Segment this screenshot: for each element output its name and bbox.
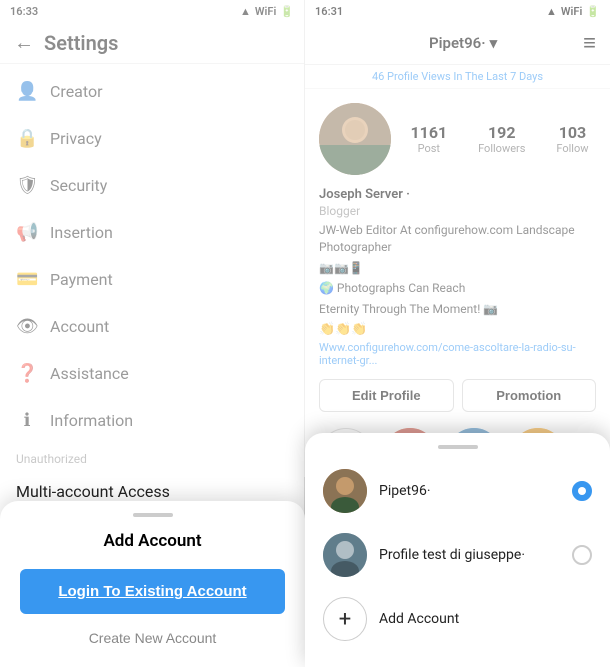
account-item-pipet[interactable]: Pipet96· (305, 459, 610, 523)
wifi-icon: WiFi (255, 5, 276, 18)
payment-label: Payment (50, 270, 113, 289)
left-panel: 16:33 ▲ WiFi 🔋 ← Settings 👤 Creator 🔒 Pr… (0, 0, 305, 667)
username-dropdown[interactable]: Pipet96· ▾ (429, 34, 497, 52)
information-label: Information (50, 411, 133, 430)
profile-link[interactable]: Www.configurehow.com/come-ascoltare-la-r… (305, 339, 610, 375)
stat-posts: 1161 Post (410, 123, 447, 155)
security-label: Security (50, 176, 107, 195)
back-button[interactable]: ← (14, 30, 34, 55)
profile-bio3: 🌍 Photographs Can Reach (305, 278, 610, 299)
account-switcher-sheet: Pipet96· Profile test di giuseppe· (305, 433, 610, 667)
info-icon: ℹ (16, 410, 38, 431)
wifi-icon-right: WiFi (561, 5, 582, 18)
time-right: 16:31 (315, 5, 343, 18)
account-avatar-profile2 (323, 533, 367, 577)
menu-item-account[interactable]: 👁 Account (0, 303, 304, 350)
settings-header: ← Settings (0, 22, 304, 64)
account-name-profile2: Profile test di giuseppe· (379, 547, 560, 563)
status-bar-left: 16:33 ▲ WiFi 🔋 (0, 0, 304, 22)
signal-icon: ▲ (240, 5, 251, 18)
profile-section: 1161 Post 192 Followers 103 Follow (305, 89, 610, 183)
following-label: Follow (556, 142, 588, 155)
creator-icon: 👤 (16, 81, 38, 102)
profile-views-banner: 46 Profile Views In The Last 7 Days (305, 65, 610, 89)
add-account-plus-icon[interactable]: + (323, 597, 367, 641)
profile-bio4: Eternity Through The Moment! 📷 (305, 299, 610, 320)
privacy-label: Privacy (50, 129, 102, 148)
sheet-handle-right (438, 445, 478, 449)
posts-label: Post (418, 142, 440, 155)
menu-item-payment[interactable]: 💳 Payment (0, 256, 304, 303)
settings-title: Settings (44, 31, 118, 55)
account-avatar-pipet (323, 469, 367, 513)
radio-unselected-profile2[interactable] (572, 545, 592, 565)
stat-followers: 192 Followers (478, 123, 525, 155)
status-icons-right: ▲ WiFi 🔋 (546, 5, 600, 18)
stats-row: 1161 Post 192 Followers 103 Follow (403, 123, 596, 155)
login-existing-button[interactable]: Login To Existing Account (20, 569, 285, 614)
posts-count: 1161 (410, 123, 447, 142)
radio-selected-pipet[interactable] (572, 481, 592, 501)
menu-item-insertion[interactable]: 📢 Insertion (0, 209, 304, 256)
signal-icon-right: ▲ (546, 5, 557, 18)
status-icons-left: ▲ WiFi 🔋 (240, 5, 294, 18)
battery-icon: 🔋 (280, 5, 294, 18)
account-avatar-img-pipet (323, 469, 367, 513)
avatar-image (319, 103, 391, 175)
account-icon: 👁 (16, 316, 38, 337)
following-count: 103 (559, 123, 587, 142)
creator-label: Creator (50, 82, 103, 101)
battery-icon-right: 🔋 (586, 5, 600, 18)
hamburger-menu-icon[interactable]: ≡ (583, 30, 596, 56)
shield-icon: 🛡 (16, 175, 38, 196)
assistance-label: Assistance (50, 364, 129, 383)
menu-item-creator[interactable]: 👤 Creator (0, 68, 304, 115)
right-header: Pipet96· ▾ ≡ (305, 22, 610, 65)
action-buttons: Edit Profile Promotion (305, 375, 610, 422)
sheet-handle-left (133, 513, 173, 517)
status-bar-right: 16:31 ▲ WiFi 🔋 (305, 0, 610, 22)
followers-count: 192 (488, 123, 516, 142)
profile-bio1: JW-Web Editor At configurehow.com Landsc… (305, 220, 610, 258)
followers-label: Followers (478, 142, 525, 155)
profile-bio2: 📷📷📱 (305, 258, 610, 279)
megaphone-icon: 📢 (16, 222, 38, 243)
account-name-pipet: Pipet96· (379, 483, 560, 499)
menu-item-security[interactable]: 🛡 Security (0, 162, 304, 209)
create-new-account-button[interactable]: Create New Account (20, 630, 285, 646)
profile-emoji: 👏👏👏 (305, 320, 610, 339)
payment-icon: 💳 (16, 269, 38, 290)
add-account-sheet-title: Add Account (20, 531, 285, 551)
add-account-row[interactable]: + Add Account (305, 587, 610, 651)
time-left: 16:33 (10, 5, 38, 18)
profile-name: Joseph Server · (305, 183, 610, 204)
right-panel: 16:31 ▲ WiFi 🔋 Pipet96· ▾ ≡ 46 Profile V… (305, 0, 610, 667)
avatar-large (319, 103, 391, 175)
menu-item-privacy[interactable]: 🔒 Privacy (0, 115, 304, 162)
assistance-icon: ❓ (16, 363, 38, 384)
dropdown-chevron-icon: ▾ (490, 34, 498, 52)
edit-profile-button[interactable]: Edit Profile (319, 379, 454, 412)
menu-item-information[interactable]: ℹ Information (0, 397, 304, 444)
account-item-profile2[interactable]: Profile test di giuseppe· (305, 523, 610, 587)
unauthorized-label: Unauthorized (0, 444, 304, 470)
account-avatar-img-profile2 (323, 533, 367, 577)
account-label: Account (50, 317, 109, 336)
menu-item-assistance[interactable]: ❓ Assistance (0, 350, 304, 397)
add-account-sheet: Add Account Login To Existing Account Cr… (0, 501, 305, 667)
insertion-label: Insertion (50, 223, 113, 242)
stat-following: 103 Follow (556, 123, 588, 155)
profile-tag: Blogger (305, 204, 610, 220)
add-account-label: Add Account (379, 611, 459, 627)
lock-icon: 🔒 (16, 128, 38, 149)
username-text: Pipet96· (429, 34, 486, 52)
promotion-button[interactable]: Promotion (462, 379, 597, 412)
